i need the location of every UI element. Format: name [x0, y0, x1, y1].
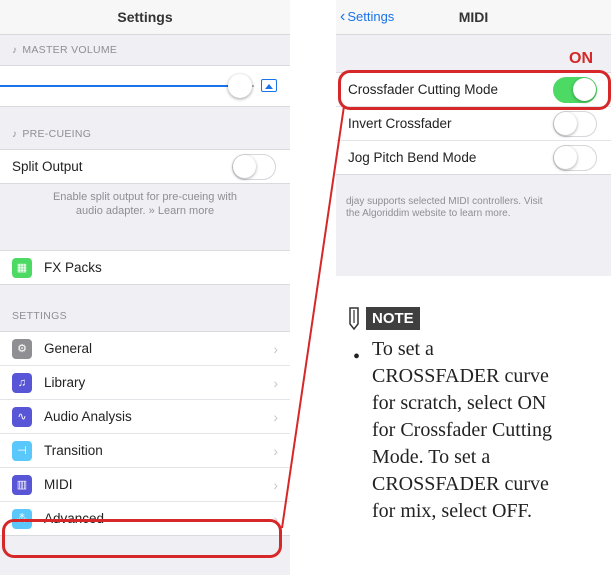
note-header: NOTE [346, 306, 611, 330]
note-paragraph: To set a CROSSFADER curve for scratch, s… [354, 336, 611, 525]
note-body: • To set a CROSSFADER curve for scratch,… [346, 336, 611, 525]
note-section: NOTE • To set a CROSSFADER curve for scr… [346, 306, 611, 525]
note-line: CROSSFADER curve [372, 365, 549, 387]
note-line: Mode. To set a [372, 446, 491, 468]
note-line: To set a [372, 338, 434, 360]
midi-highlight-box [2, 519, 282, 558]
note-line: for Crossfader Cutting [372, 419, 552, 441]
note-line: for scratch, select ON [372, 392, 547, 414]
crossfader-highlight-box [338, 70, 611, 110]
pencil-icon [349, 307, 359, 330]
note-line: for mix, select OFF. [372, 500, 533, 522]
note-line: CROSSFADER curve [372, 473, 549, 495]
note-badge: NOTE [366, 306, 420, 330]
note-bullet: • [353, 346, 361, 368]
